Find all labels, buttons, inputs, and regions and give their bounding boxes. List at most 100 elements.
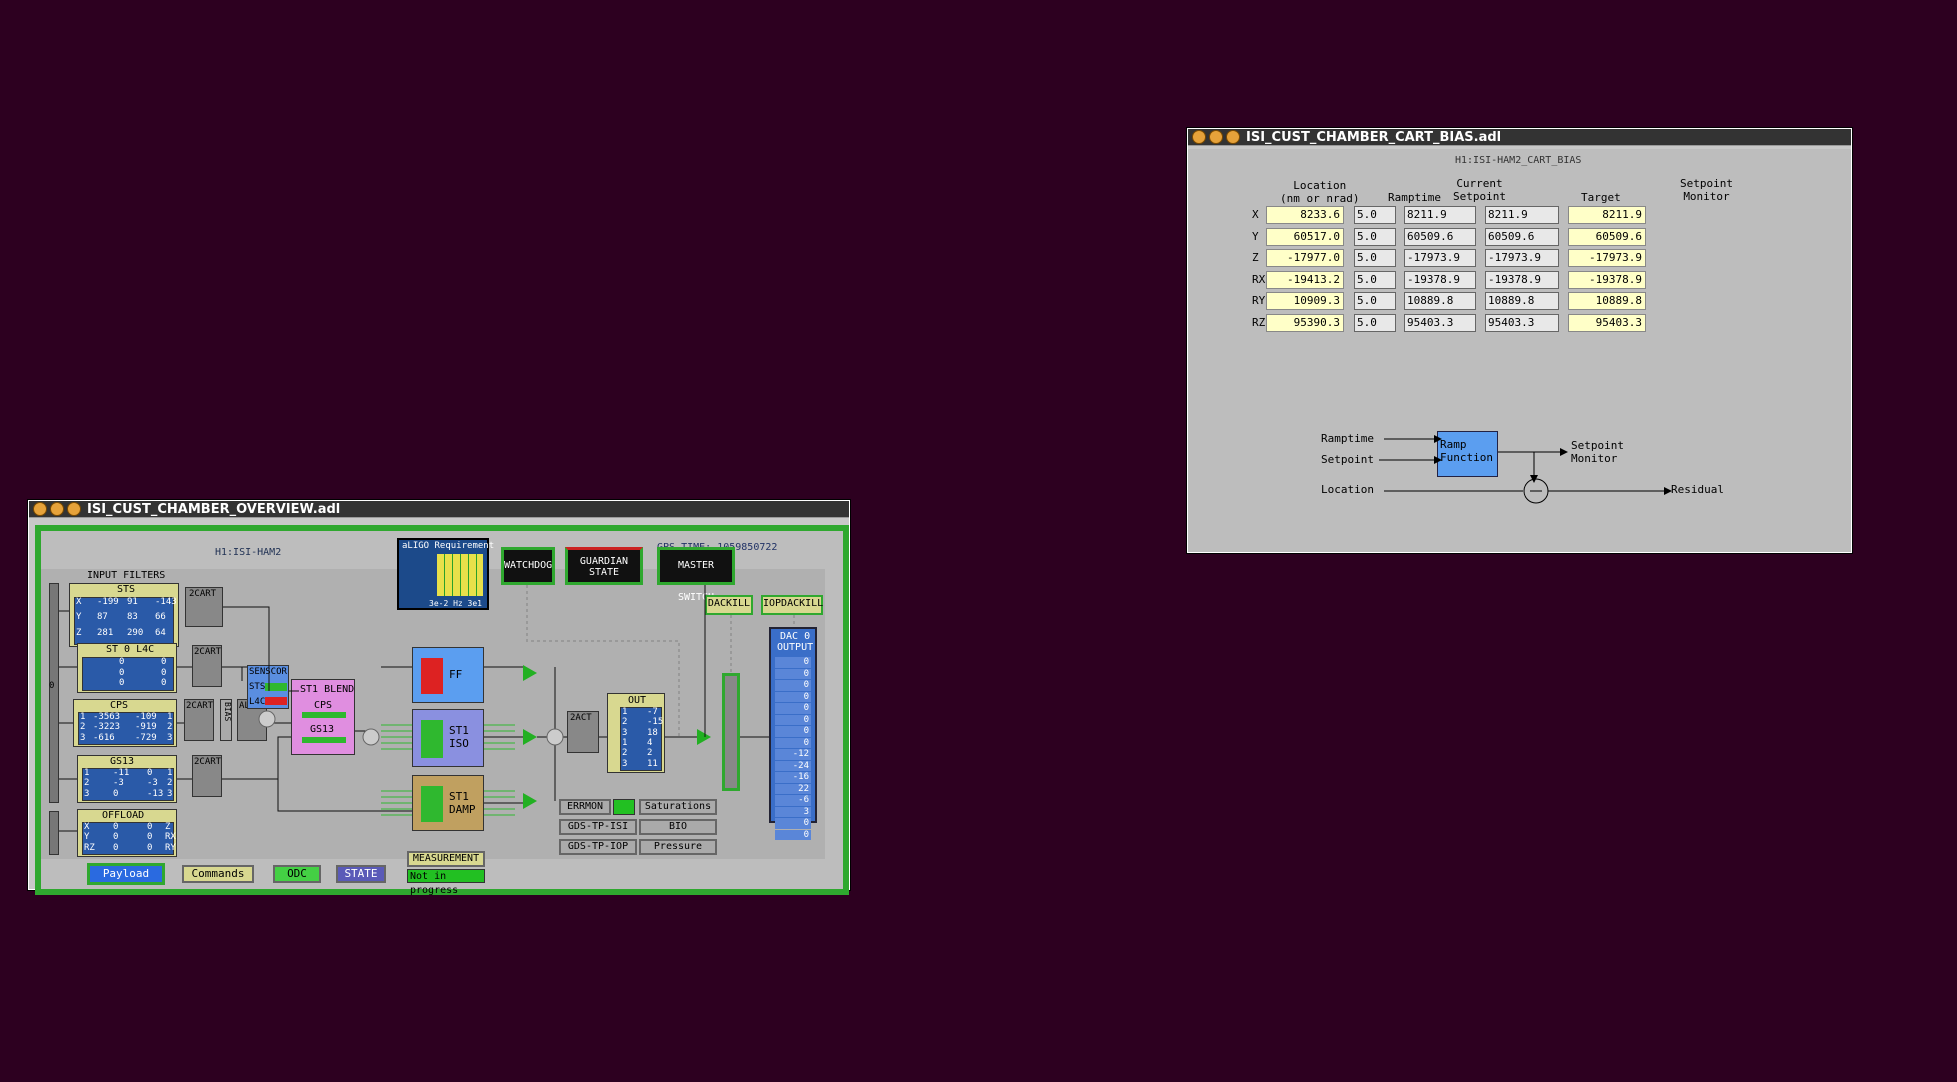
minimize-icon[interactable]	[1209, 130, 1223, 144]
sts-table-cell: 64	[155, 627, 166, 638]
bias-block[interactable]: BIAS	[220, 699, 232, 741]
dac-channel-value: 0	[775, 829, 811, 840]
st1-damp-block[interactable]: ST1 DAMP	[412, 775, 484, 831]
window-title: ISI_CUST_CHAMBER_CART_BIAS.adl	[1246, 129, 1502, 145]
out-table-cell: -15	[647, 717, 664, 728]
pressure-button[interactable]: Pressure	[639, 839, 717, 855]
sts-label: STS	[117, 584, 136, 595]
cps-table-cell: -616	[93, 732, 115, 743]
st0-l4c-panel[interactable]: ST 0 L4C 000000	[77, 643, 177, 693]
ff-arrow-icon	[523, 665, 537, 681]
sts-table-cell: 290	[127, 627, 144, 638]
dac-label: DAC 0 OUTPUT	[777, 631, 814, 653]
cart-bias-titlebar[interactable]: ISI_CUST_CHAMBER_CART_BIAS.adl	[1188, 129, 1851, 146]
iopdackill-button[interactable]: IOPDACKILL	[761, 595, 823, 615]
payload-button[interactable]: Payload	[87, 863, 165, 885]
odc-button[interactable]: ODC	[273, 865, 321, 883]
dac-channel-value: 0	[775, 818, 811, 829]
window-title: ISI_CUST_CHAMBER_OVERVIEW.adl	[87, 501, 341, 517]
maximize-icon[interactable]	[67, 502, 81, 516]
st1-iso-block[interactable]: ST1 ISO	[412, 709, 484, 767]
out-label: OUT	[628, 695, 647, 706]
tocart-label: 2CART	[194, 757, 222, 767]
gs13-panel[interactable]: GS13 1 -11 0 1 2 -3 -3 2 3 0 -13 3	[77, 755, 177, 803]
master-switch-button[interactable]: MASTER SWITCH	[657, 547, 735, 603]
blend-title: ST1 BLEND	[300, 684, 355, 695]
gs13-table-cell: 2	[84, 778, 90, 789]
2act-block[interactable]: 2ACT	[567, 711, 599, 753]
bias-flow-diagram	[1379, 435, 1672, 504]
watchdog-button[interactable]: WATCHDOG	[501, 547, 555, 585]
offload-table-cell: 0	[113, 822, 119, 832]
close-icon[interactable]	[33, 502, 47, 516]
state-button[interactable]: STATE	[336, 865, 386, 883]
dac-values: 0 0 0 0 0 0 0 0 -12 -24 -16 22 -6 3 0 0	[775, 657, 811, 841]
guardian-state-button[interactable]: GUARDIAN STATE	[565, 547, 643, 585]
gs13-2cart[interactable]: 2CART	[192, 755, 222, 797]
saturations-button[interactable]: Saturations	[639, 799, 717, 815]
tocart-label: 2CART	[194, 647, 222, 657]
sts-table-cell: 83	[127, 612, 138, 623]
cps-2cart[interactable]: 2CART	[184, 699, 214, 741]
cps-panel[interactable]: CPS 1 -3563 -109 1 2 -3223 -919 2 3 -616 -729 3	[73, 699, 177, 747]
gs13-table-cell: -11	[113, 768, 130, 778]
output-slider[interactable]	[722, 673, 740, 791]
st1-blend-block[interactable]: ST1 BLEND CPS GS13	[291, 679, 355, 755]
out-table-cell: 2	[622, 748, 628, 759]
offload-table-cell: Z	[165, 822, 171, 832]
offload-table-cell: 0	[147, 832, 153, 843]
sts-table: X -199 91 -143 Y 87 83 66 Z 281 290 64	[74, 597, 177, 645]
offload-bar[interactable]	[49, 811, 59, 855]
st0-l4c-label: ST 0 L4C	[106, 644, 155, 655]
dac-channel-value: 3	[775, 806, 811, 817]
sts-2cart[interactable]: 2CART	[185, 587, 223, 627]
st0-l4c-table-cell: 0	[119, 667, 125, 678]
sensor-correction-block[interactable]: SENSCOR STS L4C	[247, 665, 289, 709]
dackill-button[interactable]: DACKILL	[705, 595, 753, 615]
sensor-l4c-label: L4C	[249, 697, 266, 707]
maximize-icon[interactable]	[1226, 130, 1240, 144]
close-icon[interactable]	[1192, 130, 1206, 144]
sts-panel[interactable]: STS X -199 91 -143 Y 87 83 66 Z 281 290 64	[69, 583, 179, 647]
out-table-cell: 3	[622, 758, 628, 769]
toact-label: 2ACT	[570, 713, 592, 723]
sensor-label: SENSCOR	[249, 667, 287, 677]
errmon-button[interactable]: ERRMON	[559, 799, 611, 815]
offload-table-cell: X	[84, 822, 90, 832]
l4c-2cart[interactable]: 2CART	[192, 645, 222, 687]
gdstp-iop-button[interactable]: GDS-TP-IOP	[559, 839, 637, 855]
offload-table-cell: 0	[113, 832, 119, 843]
cps-table-cell: 2	[167, 722, 173, 733]
out-panel[interactable]: OUT 1 -7 2 -15 3 18 1 4 2 2 3 11	[607, 693, 665, 773]
ff-block[interactable]: FF	[412, 647, 484, 703]
measurement-button[interactable]: MEASUREMENT	[407, 851, 485, 867]
dac-channel-value: 0	[775, 680, 811, 691]
errmon-status	[613, 799, 635, 815]
out-table-cell: 4	[647, 738, 653, 748]
offload-panel[interactable]: OFFLOAD X 0 0 Z Y 0 0 RX RZ 0 0 RY	[77, 809, 177, 857]
st0-l4c-table-cell: 0	[119, 657, 125, 667]
gs13-table-cell: 3	[84, 788, 90, 799]
commands-button[interactable]: Commands	[182, 865, 254, 883]
cps-table-cell: 1	[167, 712, 173, 722]
cps-table-cell: 2	[80, 722, 86, 733]
sts-table-cell: 281	[97, 627, 114, 638]
gs13-table-cell: 3	[167, 788, 173, 799]
gs13-table-cell: 0	[113, 788, 119, 799]
dac-output-panel[interactable]: DAC 0 OUTPUT 0 0 0 0 0 0 0 0 -12 -24 -16 22 -6 3 0 0	[769, 627, 817, 840]
iso-arrow-icon	[523, 729, 537, 745]
damp-label: ST1 DAMP	[449, 790, 476, 816]
aligo-requirement-plot[interactable]: aLIGO Requirement 3e-2 Hz 3e1	[397, 538, 494, 610]
blend-gs13: GS13	[310, 724, 335, 735]
minimize-icon[interactable]	[50, 502, 64, 516]
out-table-cell: -7	[647, 707, 658, 717]
gdstp-isi-button[interactable]: GDS-TP-ISI	[559, 819, 637, 835]
overview-titlebar[interactable]: ISI_CUST_CHAMBER_OVERVIEW.adl	[29, 501, 849, 518]
out-table-cell: 18	[647, 727, 658, 738]
sts-table-cell: Y	[76, 612, 82, 623]
bio-button[interactable]: BIO	[639, 819, 717, 835]
out-table-cell: 2	[622, 717, 628, 728]
cps-table: 1 -3563 -109 1 2 -3223 -919 2 3 -616 -729 3	[78, 712, 174, 745]
gs13-table-cell: -13	[147, 788, 164, 799]
input-sensor-bar[interactable]	[49, 583, 59, 803]
